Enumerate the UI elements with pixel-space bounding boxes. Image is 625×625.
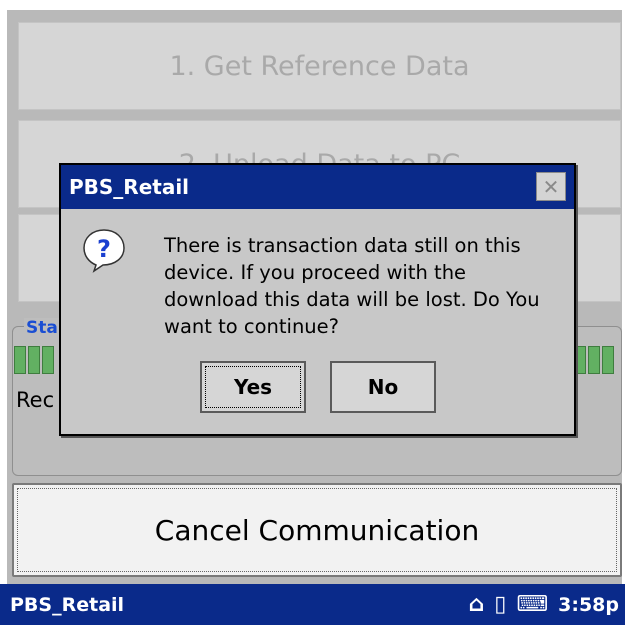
confirm-dialog: PBS_Retail ✕ ? There is transaction data… (59, 163, 576, 436)
dialog-message: There is transaction data still on this … (164, 234, 540, 338)
system-tray: ⌂ ▯ ⌨ 3:58p (469, 593, 619, 616)
dialog-titlebar[interactable]: PBS_Retail ✕ (61, 165, 574, 209)
taskbar-app-name[interactable]: PBS_Retail (10, 594, 124, 616)
progress-segment (28, 346, 40, 374)
taskbar: PBS_Retail ⌂ ▯ ⌨ 3:58p (0, 584, 625, 625)
status-legend: Sta (24, 318, 60, 338)
question-icon: ? (83, 229, 125, 273)
get-reference-data-button[interactable]: 1. Get Reference Data (18, 22, 621, 110)
keyboard-icon[interactable]: ⌨ (516, 593, 548, 616)
svg-text:?: ? (97, 235, 111, 263)
yes-button[interactable]: Yes (200, 361, 306, 413)
close-button[interactable]: ✕ (536, 172, 566, 201)
cancel-communication-button[interactable]: Cancel Communication (12, 483, 622, 577)
dialog-title: PBS_Retail (69, 175, 190, 199)
progress-segment (14, 346, 26, 374)
battery-icon[interactable]: ▯ (494, 593, 506, 616)
no-button[interactable]: No (330, 361, 436, 413)
progress-segment (602, 346, 614, 374)
progress-segment (588, 346, 600, 374)
clock[interactable]: 3:58p (558, 594, 619, 616)
progress-segment (42, 346, 54, 374)
close-icon: ✕ (542, 174, 560, 199)
received-label: Rec (16, 388, 55, 412)
home-icon[interactable]: ⌂ (469, 593, 485, 616)
